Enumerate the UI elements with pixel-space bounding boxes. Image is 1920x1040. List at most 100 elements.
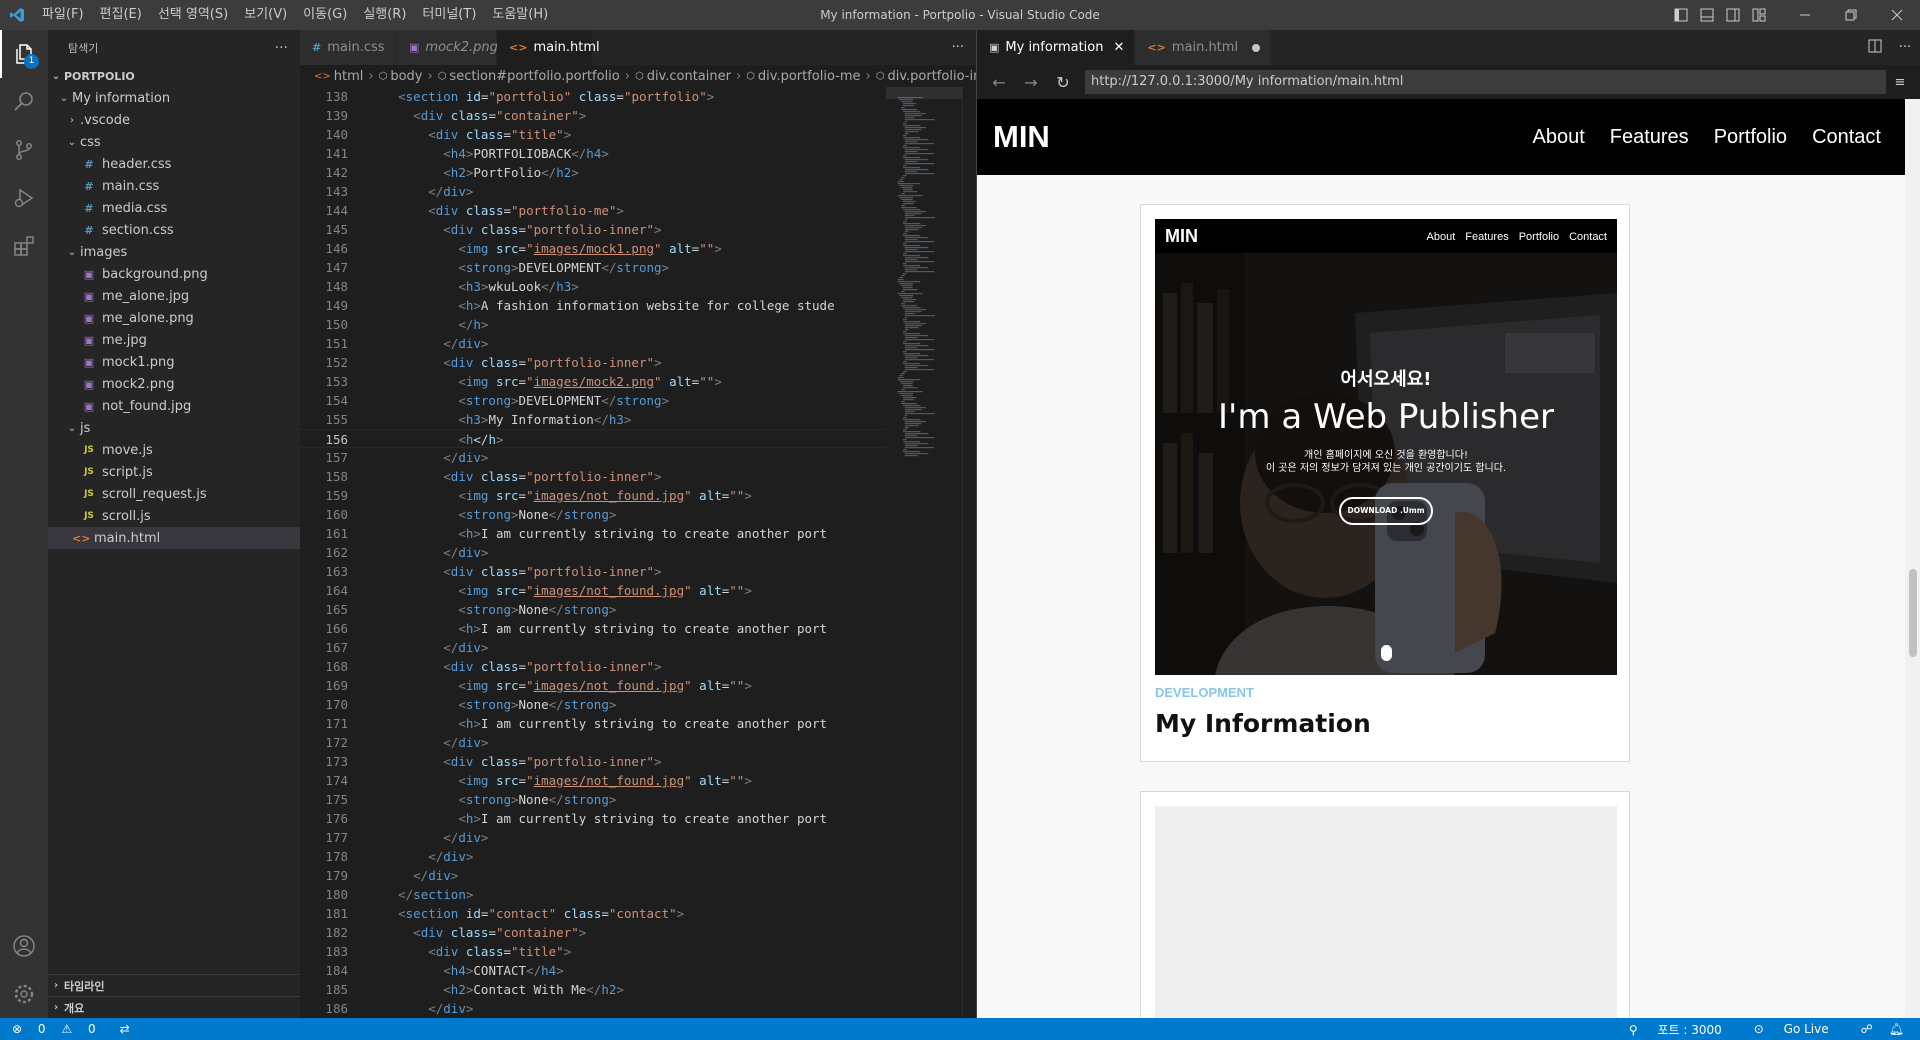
tree-file[interactable]: ▣ mock1.png xyxy=(48,351,300,373)
code-line[interactable]: 185 <h2>Contact With Me</h2> xyxy=(300,980,886,999)
breadcrumb-item[interactable]: body xyxy=(390,69,422,84)
live-share-icon[interactable]: ⇄ xyxy=(120,1022,130,1036)
breadcrumb-item[interactable]: div.container xyxy=(647,69,731,84)
tree-folder[interactable]: ⌄ css xyxy=(48,131,300,153)
toggle-secondary-sidebar-icon[interactable] xyxy=(1720,0,1746,30)
code-line[interactable]: 160 <strong>None</strong> xyxy=(300,505,886,524)
code-line[interactable]: 183 <div class="title"> xyxy=(300,942,886,961)
tree-file[interactable]: # main.css xyxy=(48,175,300,197)
accounts-icon[interactable] xyxy=(0,922,48,970)
code-line[interactable]: 182 <div class="container"> xyxy=(300,923,886,942)
close-window-icon[interactable] xyxy=(1874,0,1920,30)
breadcrumb-item[interactable]: html xyxy=(334,69,364,84)
tree-file[interactable]: <> main.html xyxy=(48,527,300,549)
explorer-more-icon[interactable]: ··· xyxy=(275,40,288,56)
site-nav-link[interactable]: Contact xyxy=(1812,126,1881,149)
tree-file[interactable]: ▣ me.jpg xyxy=(48,329,300,351)
code-line[interactable]: 164 <img src="images/not_found.jpg" alt=… xyxy=(300,581,886,600)
breadcrumb-item[interactable]: div.portfolio-inner xyxy=(887,69,976,84)
code-line[interactable]: 151 </div> xyxy=(300,334,886,353)
restore-icon[interactable] xyxy=(1828,0,1874,30)
code-line[interactable]: 163 <div class="portfolio-inner"> xyxy=(300,562,886,581)
code-line[interactable]: 184 <h4>CONTACT</h4> xyxy=(300,961,886,980)
code-line[interactable]: 155 <h3>My Information</h3> xyxy=(300,410,886,429)
tree-file[interactable]: ▣ not_found.jpg xyxy=(48,395,300,417)
forward-arrow-icon[interactable]: → xyxy=(1015,73,1047,92)
site-logo[interactable]: MIN xyxy=(993,119,1050,155)
explorer-icon[interactable]: 1 xyxy=(0,30,48,78)
code-line[interactable]: 170 <strong>None</strong> xyxy=(300,695,886,714)
tree-file[interactable]: # header.css xyxy=(48,153,300,175)
tree-folder[interactable]: ⌄ My information xyxy=(48,87,300,109)
code-line[interactable]: 175 <strong>None</strong> xyxy=(300,790,886,809)
page-scrollbar[interactable] xyxy=(1905,99,1920,1018)
toggle-primary-sidebar-icon[interactable] xyxy=(1668,0,1694,30)
code-area[interactable]: 138 <section id="portfolio" class="portf… xyxy=(300,87,886,1018)
outline-section[interactable]: › 개요 xyxy=(48,996,300,1018)
code-line[interactable]: 177 </div> xyxy=(300,828,886,847)
browser-menu-icon[interactable]: ≡ xyxy=(1886,75,1914,90)
tree-file[interactable]: ▣ me_alone.jpg xyxy=(48,285,300,307)
code-line[interactable]: 150 </h> xyxy=(300,315,886,334)
code-line[interactable]: 139 <div class="container"> xyxy=(300,106,886,125)
url-input[interactable]: http://127.0.0.1:3000/My information/mai… xyxy=(1085,70,1886,94)
code-line[interactable]: 173 <div class="portfolio-inner"> xyxy=(300,752,886,771)
back-arrow-icon[interactable]: ← xyxy=(983,73,1015,92)
code-line[interactable]: 161 <h>I am currently striving to create… xyxy=(300,524,886,543)
preview-tab[interactable]: <> main.html xyxy=(1135,30,1272,65)
preview-more-actions-icon[interactable]: ··· xyxy=(1890,40,1920,55)
code-line[interactable]: 145 <div class="portfolio-inner"> xyxy=(300,220,886,239)
tree-file[interactable]: JS scroll.js xyxy=(48,505,300,527)
run-debug-icon[interactable] xyxy=(0,174,48,222)
menu-item[interactable]: 파일(F) xyxy=(34,0,92,30)
code-line[interactable]: 154 <strong>DEVELOPMENT</strong> xyxy=(300,391,886,410)
editor-tab[interactable]: <> main.html xyxy=(497,30,600,65)
workspace-root[interactable]: ⌄ PORTPOLIO xyxy=(48,65,300,87)
tree-file[interactable]: ▣ mock2.png xyxy=(48,373,300,395)
code-line[interactable]: 172 </div> xyxy=(300,733,886,752)
breadcrumb-item[interactable]: div.portfolio-me xyxy=(758,69,861,84)
tree-file[interactable]: JS move.js xyxy=(48,439,300,461)
tree-file[interactable]: # media.css xyxy=(48,197,300,219)
site-nav-link[interactable]: Portfolio xyxy=(1714,126,1787,149)
code-line[interactable]: 153 <img src="images/mock2.png" alt=""> xyxy=(300,372,886,391)
editor-tab[interactable]: ▣ mock2.png xyxy=(397,30,498,65)
site-nav-link[interactable]: About xyxy=(1532,126,1584,149)
code-line[interactable]: 142 <h2>PortFolio</h2> xyxy=(300,163,886,182)
code-line[interactable]: 186 </div> xyxy=(300,999,886,1018)
code-line[interactable]: 152 <div class="portfolio-inner"> xyxy=(300,353,886,372)
code-line[interactable]: 157 </div> xyxy=(300,448,886,467)
menu-item[interactable]: 도움말(H) xyxy=(484,0,556,30)
editor-more-actions-icon[interactable]: ··· xyxy=(952,30,964,65)
tree-file[interactable]: JS script.js xyxy=(48,461,300,483)
site-nav-link[interactable]: Features xyxy=(1610,126,1689,149)
editor-scrollbar[interactable] xyxy=(962,87,976,1018)
code-line[interactable]: 167 </div> xyxy=(300,638,886,657)
code-line[interactable]: 144 <div class="portfolio-me"> xyxy=(300,201,886,220)
tree-file[interactable]: ▣ me_alone.png xyxy=(48,307,300,329)
code-line[interactable]: 178 </div> xyxy=(300,847,886,866)
code-line[interactable]: 162 </div> xyxy=(300,543,886,562)
code-line[interactable]: 156 <h</h> xyxy=(300,429,886,448)
menu-item[interactable]: 이동(G) xyxy=(295,0,355,30)
code-line[interactable]: 141 <h4>PORTFOLIOBACK</h4> xyxy=(300,144,886,163)
unsaved-dot-icon[interactable] xyxy=(1252,43,1261,52)
code-line[interactable]: 180 </section> xyxy=(300,885,886,904)
close-tab-icon[interactable]: ✕ xyxy=(1113,40,1124,55)
menu-item[interactable]: 보기(V) xyxy=(236,0,295,30)
toggle-panel-icon[interactable] xyxy=(1694,0,1720,30)
code-line[interactable]: 169 <img src="images/not_found.jpg" alt=… xyxy=(300,676,886,695)
notifications-bell-icon[interactable]: 🔔︎ xyxy=(1889,1022,1904,1036)
editor-tab[interactable]: # main.css xyxy=(300,30,397,65)
code-line[interactable]: 140 <div class="title"> xyxy=(300,125,886,144)
page-scrollbar-thumb[interactable] xyxy=(1909,569,1917,657)
customize-layout-icon[interactable] xyxy=(1746,0,1772,30)
source-control-icon[interactable] xyxy=(0,126,48,174)
tree-file[interactable]: # section.css xyxy=(48,219,300,241)
port-indicator[interactable]: ⚲ 포트 : 3000 xyxy=(1629,1021,1738,1038)
reload-icon[interactable]: ↻ xyxy=(1047,73,1079,92)
split-editor-icon[interactable] xyxy=(1860,39,1890,57)
minimap[interactable] xyxy=(886,87,962,1018)
tree-folder[interactable]: ⌄ js xyxy=(48,417,300,439)
menu-item[interactable]: 터미널(T) xyxy=(414,0,484,30)
